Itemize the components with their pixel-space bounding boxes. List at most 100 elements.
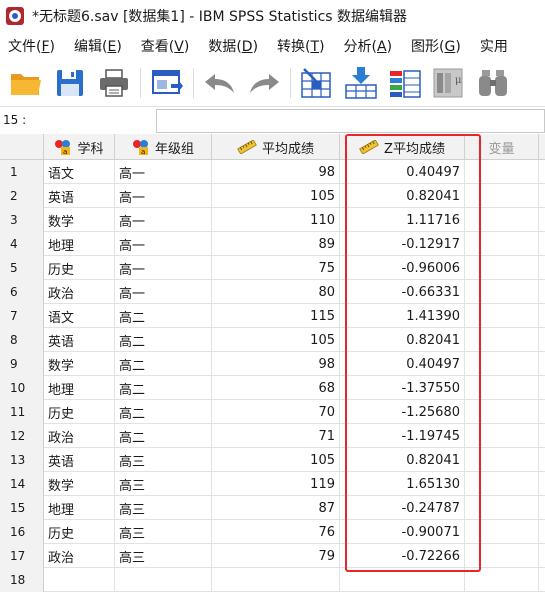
cell-grade[interactable]: 高一 <box>115 232 212 256</box>
cell-score[interactable]: 71 <box>212 424 340 448</box>
cell-z-score[interactable]: 1.65130 <box>340 472 465 496</box>
cell-grade[interactable]: 高二 <box>115 400 212 424</box>
cell-grade[interactable]: 高一 <box>115 256 212 280</box>
row-number[interactable]: 8 <box>0 328 44 352</box>
cell-subject[interactable]: 历史 <box>44 256 115 280</box>
cell-score[interactable]: 87 <box>212 496 340 520</box>
cell-score[interactable]: 68 <box>212 376 340 400</box>
cell-subject[interactable]: 政治 <box>44 544 115 568</box>
cell-z-score[interactable]: -0.12917 <box>340 232 465 256</box>
cell-empty[interactable] <box>465 160 539 184</box>
cell-empty[interactable] <box>465 448 539 472</box>
cell-empty[interactable] <box>465 424 539 448</box>
column-header-z-score[interactable]: Z平均成绩 <box>340 134 465 160</box>
menu-utilities[interactable]: 实用 <box>472 36 519 56</box>
cell-value-input[interactable] <box>156 109 545 133</box>
run-descriptive-icon[interactable]: μ <box>431 65 467 101</box>
menu-view[interactable]: 查看(V) <box>133 36 201 56</box>
row-number[interactable]: 6 <box>0 280 44 304</box>
cell-grade[interactable]: 高二 <box>115 352 212 376</box>
cell-empty[interactable] <box>465 256 539 280</box>
cell-z-score[interactable]: -0.24787 <box>340 496 465 520</box>
cell-empty[interactable] <box>465 472 539 496</box>
row-number[interactable]: 15 <box>0 496 44 520</box>
row-number[interactable]: 1 <box>0 160 44 184</box>
cell-empty[interactable] <box>465 280 539 304</box>
cell-subject[interactable]: 数学 <box>44 208 115 232</box>
cell-score[interactable]: 115 <box>212 304 340 328</box>
cell-subject[interactable]: 语文 <box>44 304 115 328</box>
cell-empty[interactable] <box>465 520 539 544</box>
cell-grade[interactable]: 高一 <box>115 280 212 304</box>
cell-subject[interactable]: 英语 <box>44 184 115 208</box>
row-number[interactable]: 18 <box>0 568 44 592</box>
cell-grade[interactable]: 高一 <box>115 208 212 232</box>
cell-z-score[interactable]: -0.96006 <box>340 256 465 280</box>
cell-grade[interactable]: 高三 <box>115 496 212 520</box>
row-number[interactable]: 16 <box>0 520 44 544</box>
cell-grade[interactable]: 高二 <box>115 376 212 400</box>
row-number[interactable]: 7 <box>0 304 44 328</box>
cell-subject[interactable]: 政治 <box>44 280 115 304</box>
row-number[interactable]: 10 <box>0 376 44 400</box>
cell-z-score[interactable]: -1.19745 <box>340 424 465 448</box>
cell-z-score[interactable]: 1.41390 <box>340 304 465 328</box>
cell-empty[interactable] <box>465 328 539 352</box>
print-icon[interactable] <box>96 65 132 101</box>
goto-case-icon[interactable] <box>299 65 335 101</box>
cell-grade[interactable]: 高一 <box>115 160 212 184</box>
cell-score[interactable]: 89 <box>212 232 340 256</box>
cell-subject[interactable]: 历史 <box>44 400 115 424</box>
cell-empty[interactable] <box>465 544 539 568</box>
menu-edit[interactable]: 编辑(E) <box>66 36 133 56</box>
cell-subject[interactable]: 政治 <box>44 424 115 448</box>
cell-grade[interactable]: 高三 <box>115 472 212 496</box>
save-icon[interactable] <box>52 65 88 101</box>
cell-z-score[interactable]: -0.90071 <box>340 520 465 544</box>
cell-score[interactable]: 105 <box>212 184 340 208</box>
cell-subject[interactable]: 数学 <box>44 352 115 376</box>
cell-empty[interactable] <box>465 304 539 328</box>
corner-cell[interactable] <box>0 134 44 160</box>
variables-icon[interactable] <box>387 65 423 101</box>
cell-z-score[interactable]: -0.66331 <box>340 280 465 304</box>
cell-grade[interactable]: 高二 <box>115 424 212 448</box>
row-number[interactable]: 5 <box>0 256 44 280</box>
cell-score[interactable]: 76 <box>212 520 340 544</box>
cell-subject[interactable]: 地理 <box>44 376 115 400</box>
cell-subject[interactable]: 语文 <box>44 160 115 184</box>
row-number[interactable]: 14 <box>0 472 44 496</box>
cell-score[interactable]: 70 <box>212 400 340 424</box>
row-number[interactable]: 9 <box>0 352 44 376</box>
cell-empty[interactable] <box>465 376 539 400</box>
cell-z-score[interactable]: 0.82041 <box>340 448 465 472</box>
menu-graphs[interactable]: 图形(G) <box>403 36 472 56</box>
cell-score[interactable]: 79 <box>212 544 340 568</box>
cell-score[interactable]: 98 <box>212 160 340 184</box>
column-header-subject[interactable]: a 学科 <box>44 134 115 160</box>
find-icon[interactable] <box>475 65 511 101</box>
cell-z-score[interactable]: -0.72266 <box>340 544 465 568</box>
dialog-recall-icon[interactable] <box>149 65 185 101</box>
cell-grade[interactable]: 高三 <box>115 520 212 544</box>
cell-subject[interactable]: 英语 <box>44 328 115 352</box>
menu-data[interactable]: 数据(D) <box>200 36 269 56</box>
row-number[interactable]: 4 <box>0 232 44 256</box>
cell-grade[interactable]: 高二 <box>115 328 212 352</box>
cell-grade[interactable]: 高三 <box>115 544 212 568</box>
cell-z-score[interactable]: 0.40497 <box>340 352 465 376</box>
cell-z-score[interactable] <box>340 568 465 592</box>
cell-empty[interactable] <box>465 568 539 592</box>
cell-grade[interactable]: 高三 <box>115 448 212 472</box>
cell-score[interactable]: 105 <box>212 328 340 352</box>
cell-empty[interactable] <box>465 496 539 520</box>
row-number[interactable]: 12 <box>0 424 44 448</box>
cell-score[interactable]: 75 <box>212 256 340 280</box>
row-number[interactable]: 17 <box>0 544 44 568</box>
cell-subject[interactable]: 历史 <box>44 520 115 544</box>
cell-z-score[interactable]: -1.37550 <box>340 376 465 400</box>
cell-subject[interactable]: 地理 <box>44 232 115 256</box>
cell-empty[interactable] <box>465 232 539 256</box>
cell-score[interactable] <box>212 568 340 592</box>
cell-empty[interactable] <box>465 208 539 232</box>
